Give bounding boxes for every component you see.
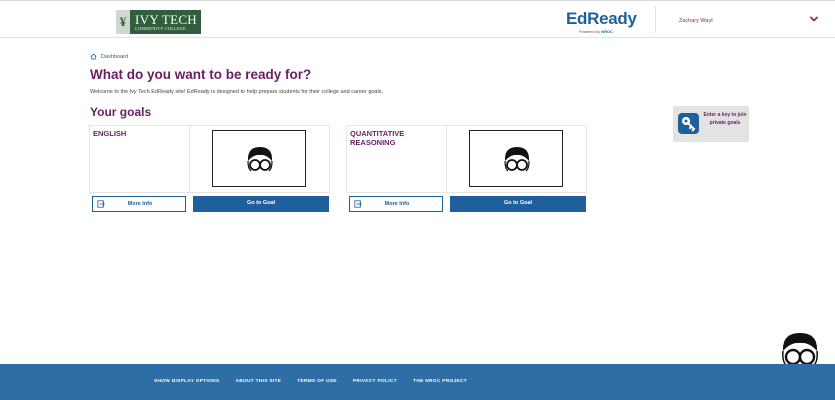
- key-icon: [682, 117, 696, 132]
- enter-key-text: Enter a key to join private goals: [703, 112, 747, 126]
- breadcrumb-dashboard-link[interactable]: Dashboard: [101, 54, 128, 60]
- nroc-text: NROC: [601, 29, 614, 34]
- chevron-down-icon[interactable]: [809, 14, 819, 24]
- footer-link-privacy[interactable]: PRIVACY POLICY: [353, 379, 397, 384]
- home-icon[interactable]: [90, 53, 97, 60]
- goal-avatar-frame: [469, 130, 563, 187]
- goal-title: QUANTITATIVE REASONING: [350, 129, 405, 147]
- ivy-tech-name: IVY TECH: [135, 11, 197, 27]
- mascot-face-icon[interactable]: [780, 331, 820, 367]
- go-to-goal-button-english[interactable]: Go to Goal: [193, 196, 329, 212]
- edready-logo[interactable]: EdReady Powered by NROC: [566, 9, 646, 35]
- ivy-tech-wordmark: IVY TECH COMMUNITY COLLEGE: [130, 13, 197, 32]
- edready-name: EdReady: [566, 9, 637, 28]
- site-header: ¥ IVY TECH COMMUNITY COLLEGE EdReady Pow…: [0, 1, 835, 38]
- footer-link-nroc-project[interactable]: THE NROC PROJECT: [413, 379, 467, 384]
- mascot-face-icon: [247, 147, 273, 172]
- ivy-tech-subtitle: COMMUNITY COLLEGE: [135, 25, 186, 31]
- more-info-button-quantitative[interactable]: More Info: [349, 196, 443, 212]
- edready-powered-by: Powered by NROC: [579, 29, 613, 34]
- goal-card-image: [189, 125, 330, 193]
- powered-by-text: Powered by: [579, 29, 601, 34]
- user-menu-name[interactable]: Zachary Wayt: [679, 18, 713, 24]
- footer-link-display-options[interactable]: SHOW DISPLAY OPTIONS: [154, 379, 219, 384]
- goal-card-quantitative-reasoning: QUANTITATIVE REASONING: [346, 125, 446, 193]
- welcome-text: Welcome to the Ivy Tech EdReady site! Ed…: [90, 89, 383, 95]
- go-to-goal-label: Go to Goal: [503, 200, 533, 206]
- mascot-face-icon: [504, 147, 530, 172]
- goal-card-image: [446, 125, 587, 193]
- goal-title: ENGLISH: [93, 129, 127, 138]
- header-divider: [655, 6, 656, 33]
- footer-link-terms[interactable]: TERMS OF USE: [297, 379, 337, 384]
- breadcrumb: Dashboard: [90, 53, 128, 60]
- more-info-label: More Info: [127, 201, 153, 207]
- page-title: What do you want to be ready for?: [90, 67, 312, 82]
- goal-card-english: ENGLISH: [89, 125, 189, 193]
- ivy-tech-mark-icon: ¥: [116, 10, 130, 34]
- go-to-goal-label: Go to Goal: [246, 200, 276, 206]
- footer-links: SHOW DISPLAY OPTIONS ABOUT THIS SITE TER…: [154, 379, 483, 384]
- enter-key-card[interactable]: Enter a key to join private goals: [673, 106, 749, 142]
- site-footer: SHOW DISPLAY OPTIONS ABOUT THIS SITE TER…: [0, 364, 835, 400]
- more-info-button-english[interactable]: More Info: [92, 196, 186, 212]
- ivy-tech-logo[interactable]: ¥ IVY TECH COMMUNITY COLLEGE: [116, 10, 201, 34]
- key-icon-tile: [678, 113, 699, 134]
- more-info-label: More Info: [384, 201, 410, 207]
- goal-avatar-frame: [212, 130, 306, 187]
- goals-heading: Your goals: [90, 105, 152, 119]
- go-to-goal-button-quantitative[interactable]: Go to Goal: [450, 196, 586, 212]
- footer-link-about[interactable]: ABOUT THIS SITE: [235, 379, 281, 384]
